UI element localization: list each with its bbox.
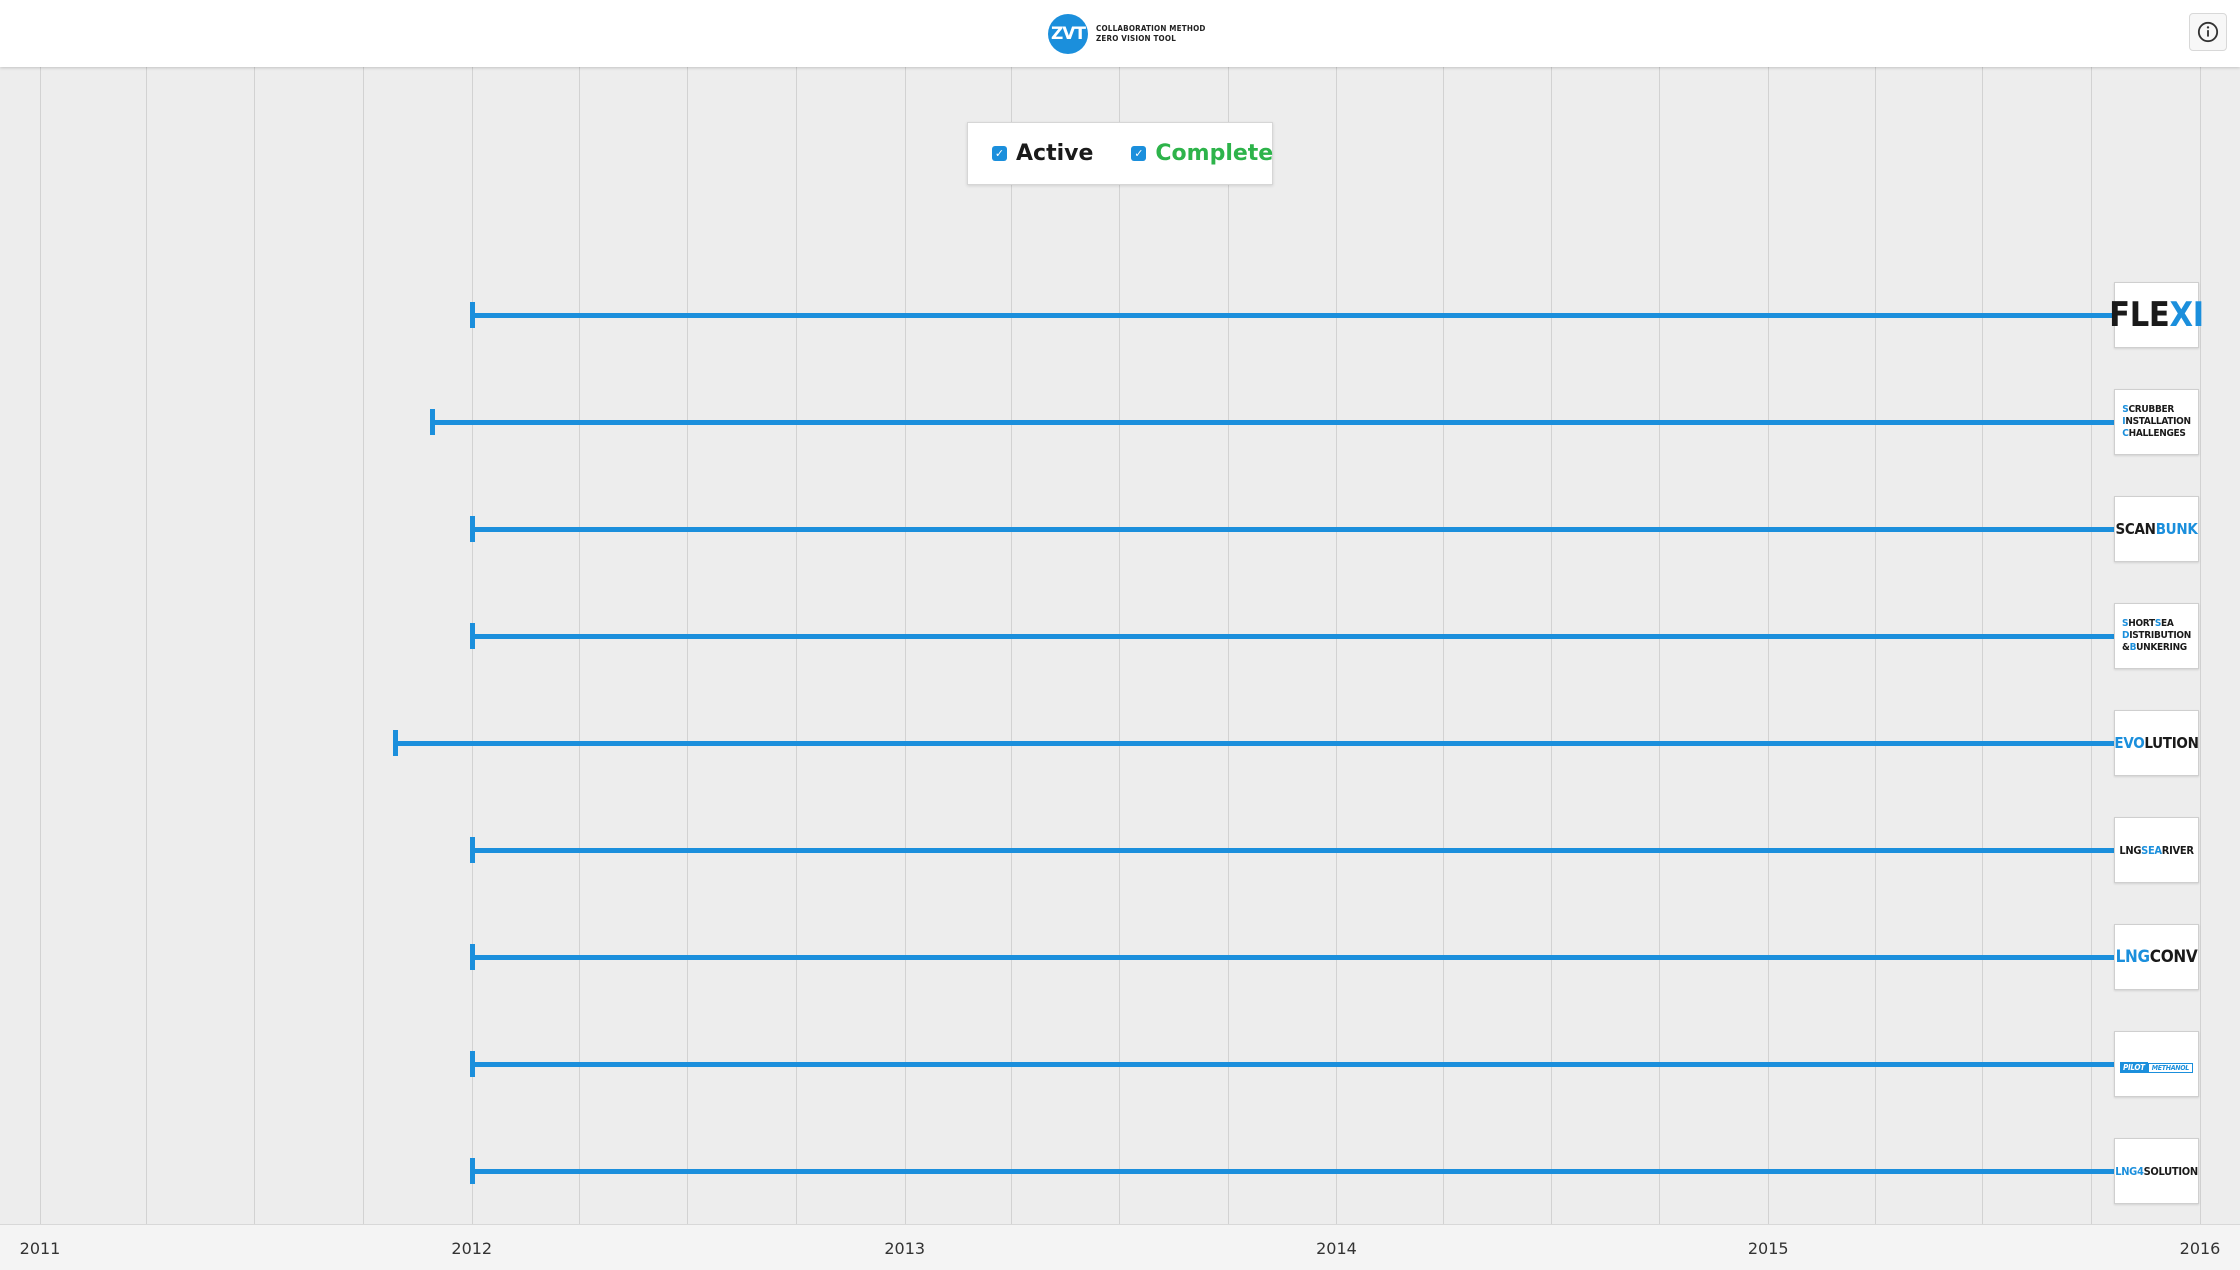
project-badge[interactable]: SCANBUNK (2114, 496, 2199, 562)
grid-line (1659, 67, 1661, 1224)
x-tick-label: 2015 (1747, 1239, 1789, 1258)
project-name: LNGSEARIVER (2119, 843, 2194, 857)
app-logo[interactable]: ZVT COLLABORATION METHOD ZERO VISION TOO… (1048, 12, 1206, 56)
project-bar[interactable] (471, 847, 2120, 853)
legend-item-active[interactable]: ✓ Active (992, 141, 1093, 166)
project-badge[interactable]: LNGSEARIVER (2114, 817, 2199, 883)
grid-line (2091, 67, 2093, 1224)
grid-line (1982, 67, 1984, 1224)
project-bar[interactable] (471, 954, 2120, 960)
project-badge[interactable]: PILOT METHANOL (2114, 1031, 2199, 1097)
legend-label-active: Active (1016, 141, 1094, 166)
project-name: LNG4SOLUTION (2115, 1164, 2198, 1178)
grid-line (1227, 67, 1229, 1224)
project-start-tick (469, 944, 475, 970)
info-button[interactable] (2189, 13, 2227, 51)
grid-line (1442, 67, 1444, 1224)
top-bar: ZVT COLLABORATION METHOD ZERO VISION TOO… (0, 0, 2240, 67)
x-tick-label: 2014 (1316, 1239, 1357, 1258)
project-start-tick (469, 1158, 475, 1184)
grid-line (904, 67, 906, 1224)
project-start-tick (469, 1051, 475, 1077)
project-bar[interactable] (471, 1061, 2120, 1067)
grid-line (1768, 67, 1770, 1224)
project-bar[interactable] (471, 526, 2120, 532)
project-badge[interactable]: EVOLUTION (2114, 710, 2199, 776)
legend-label-complete: Complete (1155, 141, 1274, 166)
x-tick-label: 2012 (451, 1239, 493, 1258)
grid-line (146, 67, 148, 1224)
project-name: FLEXI (2109, 295, 2204, 335)
logo-text: COLLABORATION METHOD ZERO VISION TOOL (1096, 24, 1206, 44)
zvt-logo-icon: ZVT (1048, 14, 1088, 54)
project-name: LNGCONV (2115, 947, 2198, 967)
project-name: SHORTSEA DISTRIBUTION &BUNKERING (2122, 618, 2191, 653)
grid-line (579, 67, 581, 1224)
legend-item-complete[interactable]: ✓ Complete (1131, 141, 1273, 166)
project-bar[interactable] (471, 312, 2120, 318)
project-bar[interactable] (471, 633, 2120, 639)
project-start-tick (469, 302, 475, 328)
project-bar[interactable] (471, 1168, 2120, 1174)
checkbox-complete-icon[interactable]: ✓ (1131, 146, 1147, 161)
grid-line (1874, 67, 1876, 1224)
grid-line (254, 67, 256, 1224)
project-badge[interactable]: LNG4SOLUTION (2114, 1138, 2199, 1204)
project-name: SCRUBBER INSTALLATION CHALLENGES (2122, 404, 2191, 439)
project-start-tick (469, 623, 475, 649)
status-legend: ✓ Active ✓ Complete (967, 122, 1273, 185)
grid-line (795, 67, 797, 1224)
project-name: PILOT METHANOL (2119, 1055, 2194, 1074)
project-badge[interactable]: SCRUBBER INSTALLATION CHALLENGES (2114, 389, 2199, 455)
grid-line (40, 67, 41, 1224)
grid-line (1550, 67, 1552, 1224)
project-start-tick (469, 516, 475, 542)
project-name: EVOLUTION (2114, 734, 2199, 752)
project-bar[interactable] (431, 419, 2120, 425)
x-tick-label: 2013 (884, 1239, 926, 1258)
project-start-tick (429, 409, 435, 435)
checkbox-active-icon[interactable]: ✓ (992, 146, 1007, 161)
grid-line (1336, 67, 1338, 1224)
grid-line (687, 67, 689, 1224)
project-badge[interactable]: LNGCONV (2114, 924, 2199, 990)
logo-line-2: ZERO VISION TOOL (1096, 34, 1176, 43)
x-tick-label: 2016 (2179, 1239, 2221, 1258)
project-name: SCANBUNK (2115, 520, 2198, 538)
grid-line (1118, 67, 1120, 1224)
timeline-plot: FLEXI SCRUBBER INSTALLATION CHALLENGES SCANB… (0, 67, 2240, 1224)
x-tick-label: 2011 (19, 1239, 61, 1258)
project-badge[interactable]: SHORTSEA DISTRIBUTION &BUNKERING (2114, 603, 2199, 669)
x-axis: 2011 2012 2013 2014 2015 2016 (0, 1224, 2240, 1270)
grid-line (362, 67, 364, 1224)
project-start-tick (469, 837, 475, 863)
logo-line-1: COLLABORATION METHOD (1096, 24, 1206, 33)
grid-line (2200, 67, 2201, 1224)
project-badge[interactable]: FLEXI (2109, 282, 2204, 348)
project-bar[interactable] (394, 740, 2120, 746)
project-start-tick (392, 730, 398, 756)
grid-line (1011, 67, 1013, 1224)
info-icon (2197, 21, 2219, 43)
